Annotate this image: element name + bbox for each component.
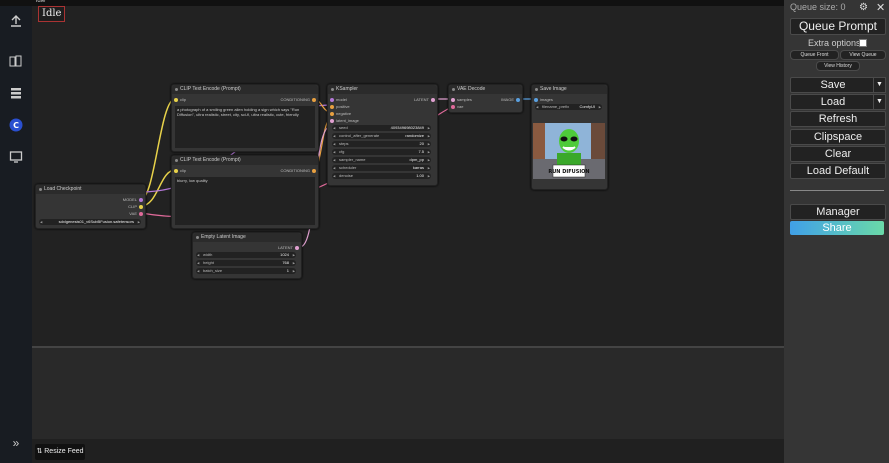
images-input-socket[interactable]: [534, 98, 538, 102]
control-after-generate-widget[interactable]: control_after_generaterandomize: [332, 133, 431, 139]
sampler-name-widget[interactable]: sampler_namedpm_pp: [332, 157, 431, 163]
svg-text:C: C: [13, 121, 19, 130]
node-title: VAE Decode: [449, 85, 522, 94]
steps-widget[interactable]: steps20: [332, 141, 431, 147]
feed-bottom-bar: [32, 439, 784, 463]
batch-size-widget[interactable]: batch_size1: [196, 268, 296, 274]
library-icon[interactable]: [9, 54, 23, 68]
vae-output-socket[interactable]: [139, 212, 143, 216]
extra-options-checkbox[interactable]: [859, 39, 867, 47]
load-dropdown-icon[interactable]: ▼: [873, 94, 886, 110]
queue-list-icon[interactable]: [9, 86, 23, 100]
load-checkpoint-node[interactable]: Load Checkpoint MODEL CLIP VAE sdxlgenes…: [35, 184, 146, 229]
clip-text-encode-positive-node[interactable]: CLIP Text Encode (Prompt) clip CONDITION…: [171, 84, 319, 152]
expand-sidebar-icon[interactable]: »: [9, 436, 23, 450]
width-widget[interactable]: width1024: [196, 252, 296, 258]
vae-input-socket[interactable]: [451, 105, 455, 109]
node-title: Save Image: [532, 85, 607, 94]
socket-label: latent_image: [336, 118, 359, 123]
image-feed: [32, 346, 784, 441]
scheduler-widget[interactable]: schedulerkarras: [332, 165, 431, 171]
socket-label: model: [336, 97, 347, 102]
queue-front-button[interactable]: Queue Front: [790, 50, 839, 60]
seed-widget[interactable]: seed409349698023849: [332, 125, 431, 131]
socket-label: CONDITIONING: [280, 168, 310, 173]
height-widget[interactable]: height768: [196, 260, 296, 266]
resize-feed-button[interactable]: ⇅ Resize Feed: [35, 444, 85, 460]
menu-divider: [790, 190, 884, 191]
socket-label: samples: [457, 97, 472, 102]
node-preview-image[interactable]: RUN DIFUSION: [533, 123, 605, 179]
latent-input-socket[interactable]: [330, 119, 334, 123]
status-idle-badge: Idle: [38, 6, 66, 22]
prompt-textarea[interactable]: a photograph of a smiling green alien ho…: [175, 106, 315, 148]
clip-input-socket[interactable]: [174, 98, 178, 102]
socket-label: VAE: [129, 211, 137, 216]
load-default-button[interactable]: Load Default: [790, 163, 886, 179]
window-title: idle: [36, 0, 46, 4]
filename-prefix-widget[interactable]: filename_prefixComfyUI: [535, 104, 602, 110]
queue-size-label: Queue size: 0: [790, 2, 846, 12]
empty-latent-image-node[interactable]: Empty Latent Image LATENT width1024 heig…: [192, 232, 302, 279]
load-button[interactable]: Load: [790, 94, 876, 110]
denoise-widget[interactable]: denoise1.00: [332, 173, 431, 179]
sign-text: RUN DIFUSION: [548, 169, 589, 175]
view-history-button[interactable]: View History: [816, 61, 860, 71]
clear-button[interactable]: Clear: [790, 146, 886, 162]
upload-icon[interactable]: [9, 14, 23, 28]
left-sidebar: C »: [0, 6, 32, 463]
clip-input-socket[interactable]: [174, 169, 178, 173]
socket-label: CONDITIONING: [280, 97, 310, 102]
conditioning-output-socket[interactable]: [312, 169, 316, 173]
clipspace-button[interactable]: Clipspace: [790, 129, 886, 145]
image-output-socket[interactable]: [516, 98, 520, 102]
gear-icon[interactable]: ⚙: [859, 2, 868, 13]
cfg-widget[interactable]: cfg7.5: [332, 149, 431, 155]
socket-label: CLIP: [128, 204, 137, 209]
socket-label: negative: [336, 111, 352, 116]
manager-button[interactable]: Manager: [790, 204, 886, 220]
socket-label: vae: [457, 104, 464, 109]
socket-label: positive: [336, 104, 350, 109]
socket-label: IMAGE: [501, 97, 514, 102]
negative-prompt-textarea[interactable]: blurry, low quality: [175, 177, 315, 225]
monitor-icon[interactable]: [9, 150, 23, 164]
latent-output-socket[interactable]: [431, 98, 435, 102]
close-icon[interactable]: ✕: [876, 1, 885, 14]
socket-label: MODEL: [122, 197, 137, 202]
node-title: Load Checkpoint: [36, 185, 145, 194]
clip-text-encode-negative-node[interactable]: CLIP Text Encode (Prompt) clip CONDITION…: [171, 155, 319, 229]
model-input-socket[interactable]: [330, 98, 334, 102]
ksampler-node[interactable]: KSampler model positive negative latent_…: [327, 84, 438, 186]
socket-label: LATENT: [413, 97, 429, 102]
positive-input-socket[interactable]: [330, 105, 334, 109]
socket-label: clip: [180, 97, 187, 102]
refresh-button[interactable]: Refresh: [790, 111, 886, 127]
save-button[interactable]: Save: [790, 77, 876, 93]
extra-options-label: Extra options: [808, 38, 861, 48]
conditioning-output-socket[interactable]: [312, 98, 316, 102]
queue-prompt-button[interactable]: Queue Prompt: [790, 18, 886, 35]
ckpt-name-combo[interactable]: sdxlgenesis01_v6SubBFusion.safetensors: [39, 219, 141, 225]
vae-decode-node[interactable]: VAE Decode samples vae IMAGE: [448, 84, 523, 113]
node-title: Empty Latent Image: [193, 233, 301, 242]
node-title: KSampler: [328, 85, 437, 94]
node-title: CLIP Text Encode (Prompt): [172, 156, 318, 165]
clip-output-socket[interactable]: [139, 205, 143, 209]
socket-label: images: [540, 97, 553, 102]
view-queue-button[interactable]: View Queue: [840, 50, 886, 60]
comfy-logo-icon[interactable]: C: [9, 118, 23, 132]
negative-input-socket[interactable]: [330, 112, 334, 116]
samples-input-socket[interactable]: [451, 98, 455, 102]
save-dropdown-icon[interactable]: ▼: [873, 77, 886, 93]
node-title: CLIP Text Encode (Prompt): [172, 85, 318, 94]
share-button[interactable]: Share: [790, 221, 884, 235]
socket-label: LATENT: [277, 245, 293, 250]
model-output-socket[interactable]: [139, 198, 143, 202]
latent-output-socket[interactable]: [295, 246, 299, 250]
socket-label: clip: [180, 168, 187, 173]
